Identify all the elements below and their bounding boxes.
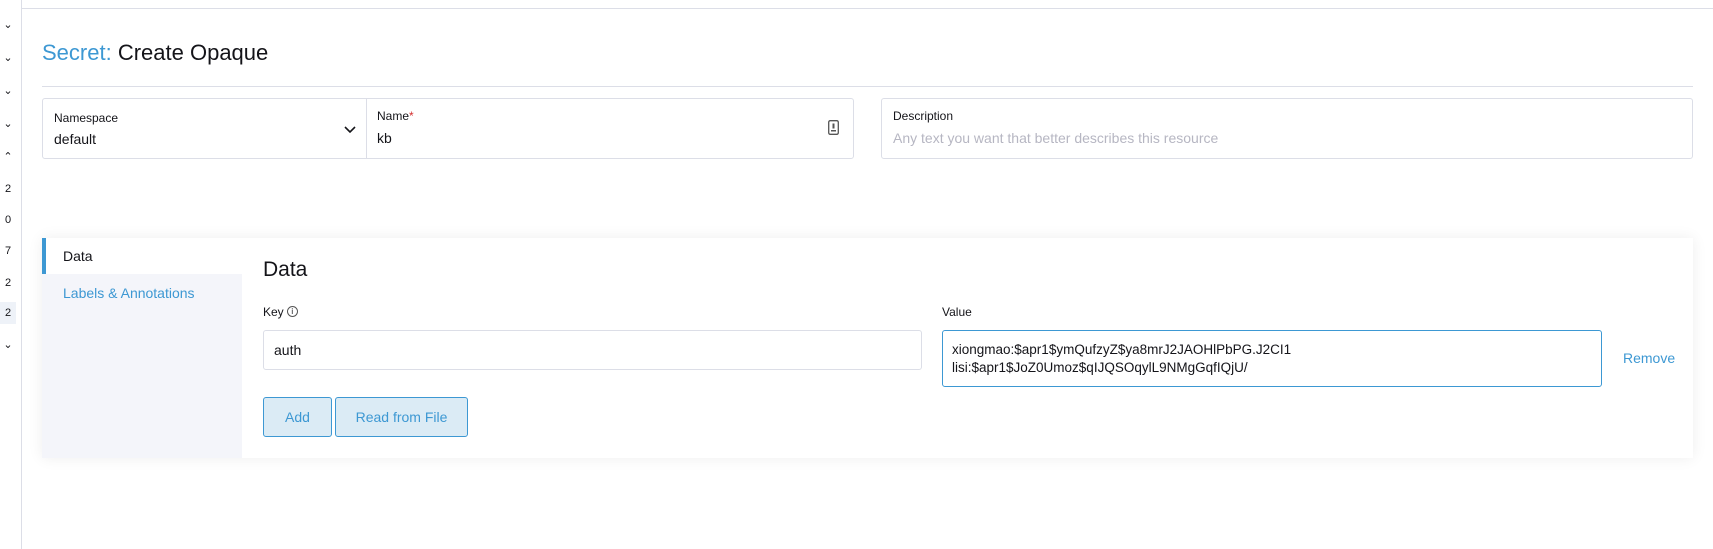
chevron-up-icon[interactable]: ⌃ bbox=[0, 150, 16, 163]
resource-kind-link[interactable]: Secret: bbox=[42, 40, 112, 65]
name-label-text: Name bbox=[377, 109, 410, 123]
section-title: Data bbox=[263, 258, 308, 281]
chevron-down-icon[interactable]: ⌄ bbox=[0, 18, 16, 31]
required-marker: * bbox=[409, 109, 414, 123]
name-value[interactable]: kb bbox=[377, 130, 392, 146]
chevron-down-icon[interactable]: ⌄ bbox=[0, 84, 16, 97]
gutter-count[interactable]: 7 bbox=[0, 245, 16, 257]
info-icon[interactable]: i bbox=[286, 306, 298, 317]
gutter-count[interactable]: 2 bbox=[0, 277, 16, 289]
description-field[interactable] bbox=[881, 98, 1693, 159]
value-label: Value bbox=[942, 305, 972, 319]
gutter-count[interactable]: 0 bbox=[0, 214, 16, 226]
chevron-down-icon[interactable]: ⌄ bbox=[0, 51, 16, 64]
add-button[interactable]: Add bbox=[263, 397, 332, 437]
title-divider bbox=[42, 86, 1693, 87]
name-label: Name* bbox=[377, 109, 414, 123]
key-input[interactable]: auth bbox=[263, 330, 922, 370]
value-textarea[interactable]: xiongmao:$apr1$ymQufzyZ$ya8mrJ2JAOHlPbPG… bbox=[942, 330, 1602, 387]
description-placeholder[interactable]: Any text you want that better describes … bbox=[893, 130, 1218, 146]
key-label-text: Key bbox=[263, 305, 284, 319]
chevron-down-icon[interactable] bbox=[344, 123, 356, 135]
chevron-down-icon[interactable]: ⌄ bbox=[0, 338, 16, 351]
namespace-name-group bbox=[42, 98, 854, 159]
field-divider bbox=[366, 98, 367, 159]
description-label: Description bbox=[893, 109, 954, 123]
remove-button[interactable]: Remove bbox=[1623, 350, 1675, 366]
key-label: Key i bbox=[263, 305, 298, 319]
read-from-file-button[interactable]: Read from File bbox=[335, 397, 468, 437]
tab-labels-annotations[interactable]: Labels & Annotations bbox=[42, 275, 242, 311]
top-divider bbox=[22, 8, 1713, 9]
chevron-down-icon[interactable]: ⌄ bbox=[0, 117, 16, 130]
namespace-value[interactable]: default bbox=[54, 131, 96, 147]
gutter-count[interactable]: 2 bbox=[0, 183, 16, 195]
left-gutter: ⌄ ⌄ ⌄ ⌄ ⌃ 2 0 7 2 2 ⌄ bbox=[0, 0, 22, 549]
tab-data[interactable]: Data bbox=[42, 238, 242, 274]
namespace-label: Namespace bbox=[54, 111, 119, 125]
gutter-count[interactable]: 2 bbox=[0, 302, 16, 324]
password-manager-icon[interactable] bbox=[828, 120, 839, 135]
page-action: Create Opaque bbox=[117, 40, 269, 65]
page-title: Secret: Create Opaque bbox=[42, 40, 268, 66]
